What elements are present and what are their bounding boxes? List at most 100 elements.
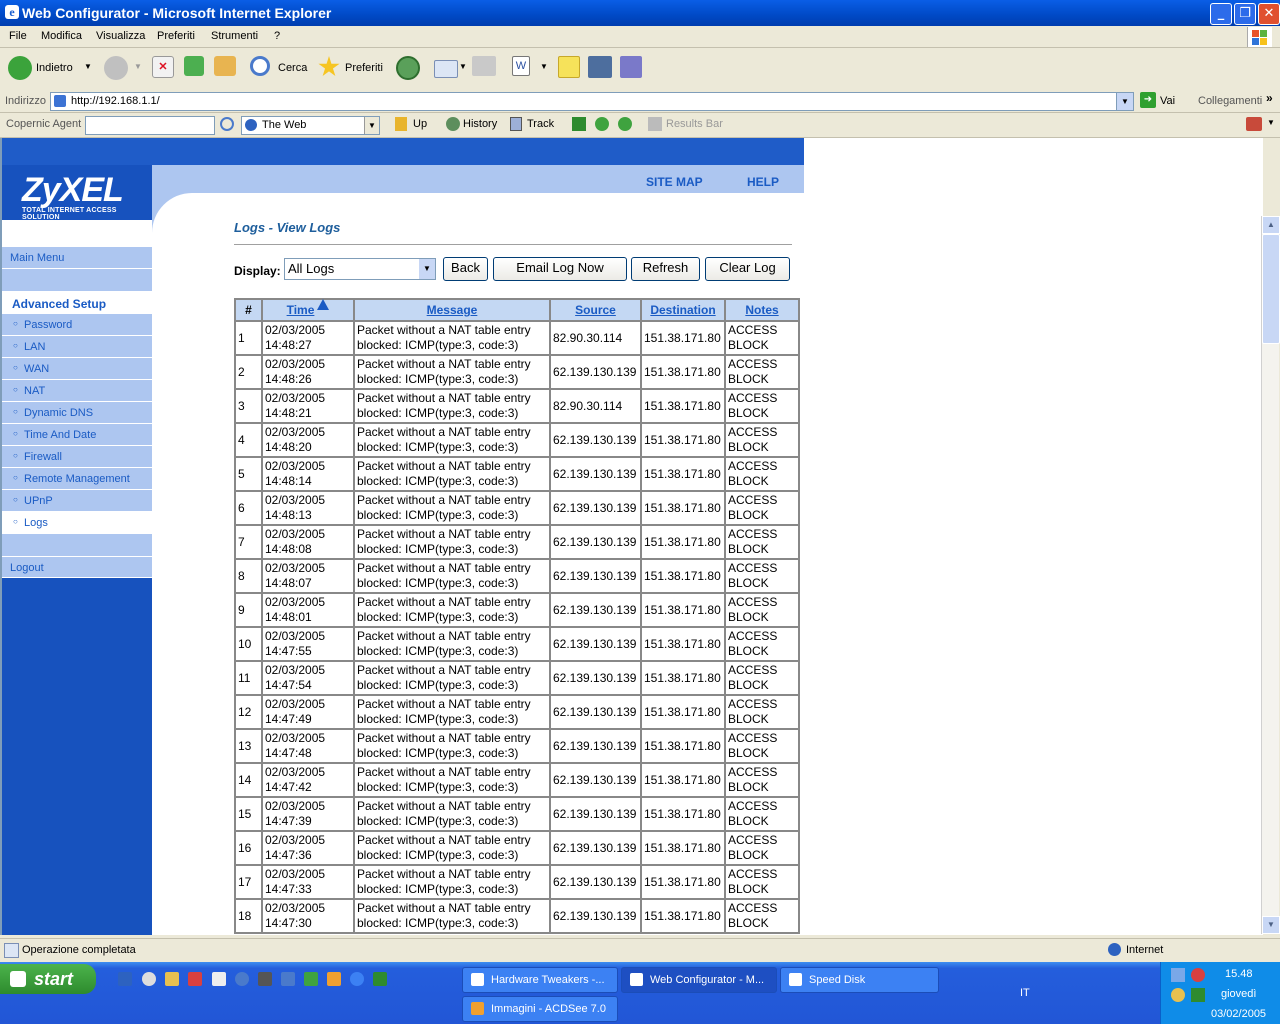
clear-log-button[interactable]: Clear Log bbox=[705, 257, 790, 281]
col-notes[interactable]: Notes bbox=[725, 299, 799, 321]
sidebar-item-remote-management[interactable]: ○ Remote Management bbox=[2, 468, 152, 490]
messenger-icon[interactable] bbox=[588, 56, 612, 78]
sidebar-item-label[interactable]: Remote Management bbox=[24, 473, 130, 485]
scroll-thumb[interactable] bbox=[1262, 234, 1280, 344]
task-label[interactable]: Hardware Tweakers -... bbox=[491, 974, 605, 986]
task-label[interactable]: Immagini - ACDSee 7.0 bbox=[491, 1003, 606, 1015]
back-label[interactable]: Indietro bbox=[36, 62, 73, 74]
acdsee-icon[interactable] bbox=[327, 972, 341, 986]
sidebar-item-wan[interactable]: ○ WAN bbox=[2, 358, 152, 380]
previous-icon[interactable] bbox=[595, 117, 609, 131]
search-icon[interactable] bbox=[250, 56, 270, 76]
app-icon[interactable] bbox=[188, 972, 202, 986]
links-label[interactable]: Collegamenti bbox=[1198, 95, 1262, 107]
display-select[interactable]: All Logs ▼ bbox=[284, 258, 436, 280]
back-dropdown-icon[interactable]: ▼ bbox=[84, 62, 92, 71]
sidebar-item-logs[interactable]: ○ Logs bbox=[2, 512, 152, 534]
go-button[interactable]: Vai bbox=[1160, 95, 1175, 107]
note-icon[interactable] bbox=[558, 56, 580, 78]
sidebar-item-label[interactable]: Password bbox=[24, 319, 72, 331]
main-menu-label[interactable]: Main Menu bbox=[10, 252, 64, 264]
logout-label[interactable]: Logout bbox=[10, 562, 44, 574]
sidebar-item-label[interactable]: Time And Date bbox=[24, 429, 96, 441]
notes-icon[interactable] bbox=[212, 972, 226, 986]
col-destination[interactable]: Destination bbox=[641, 299, 725, 321]
sidebar-item-main-menu[interactable]: Main Menu bbox=[2, 247, 152, 269]
menu-modifica[interactable]: Modifica bbox=[41, 30, 82, 42]
menu-visualizza[interactable]: Visualizza bbox=[96, 30, 145, 42]
start-label[interactable]: start bbox=[34, 969, 73, 990]
up-folder-icon[interactable] bbox=[395, 117, 407, 131]
clock-time[interactable]: 15.48 bbox=[1225, 968, 1253, 980]
col-source[interactable]: Source bbox=[550, 299, 641, 321]
copernic-options-dropdown-icon[interactable]: ▼ bbox=[1267, 118, 1275, 127]
menu-preferiti[interactable]: Preferiti bbox=[157, 30, 195, 42]
track-button[interactable]: Track bbox=[527, 118, 554, 130]
maximize-button[interactable]: ❐ bbox=[1234, 3, 1256, 25]
copernic-options-icon[interactable] bbox=[1246, 117, 1262, 131]
sidebar-item-time-and-date[interactable]: ○ Time And Date bbox=[2, 424, 152, 446]
app-tray-icon[interactable] bbox=[1191, 968, 1205, 982]
track-icon[interactable] bbox=[510, 117, 522, 131]
word-edit-icon[interactable]: W bbox=[512, 56, 530, 76]
history-icon[interactable] bbox=[396, 56, 420, 80]
back-button[interactable]: Back bbox=[443, 257, 488, 281]
ie-icon[interactable] bbox=[350, 972, 364, 986]
start-button[interactable]: start bbox=[0, 964, 96, 994]
menu-strumenti[interactable]: Strumenti bbox=[211, 30, 258, 42]
task-label[interactable]: Web Configurator - M... bbox=[650, 974, 764, 986]
excel-icon[interactable] bbox=[373, 972, 387, 986]
sidebar-item-logout[interactable]: Logout bbox=[2, 557, 152, 578]
calculator-icon[interactable] bbox=[258, 972, 272, 986]
language-indicator[interactable]: IT bbox=[1020, 987, 1030, 999]
forward-arrow-icon[interactable] bbox=[104, 56, 128, 80]
print-icon[interactable] bbox=[472, 56, 496, 76]
address-input[interactable]: http://192.168.1.1/ ▼ bbox=[50, 92, 1134, 111]
network-tray-icon[interactable] bbox=[1171, 968, 1185, 982]
sidebar-item-nat[interactable]: ○ NAT bbox=[2, 380, 152, 402]
sidebar-item-label[interactable]: UPnP bbox=[24, 495, 53, 507]
research-icon[interactable] bbox=[620, 56, 642, 78]
sidebar-item-label[interactable]: Firewall bbox=[24, 451, 62, 463]
results-bar-button[interactable]: Results Bar bbox=[666, 118, 723, 130]
edit-dropdown-icon[interactable]: ▼ bbox=[540, 62, 548, 71]
ie-quicklaunch-icon[interactable] bbox=[118, 972, 132, 986]
history-clock-icon[interactable] bbox=[446, 117, 460, 131]
menu-help[interactable]: ? bbox=[274, 30, 280, 42]
task-web-configurator[interactable]: Web Configurator - M... bbox=[621, 967, 777, 993]
menu-file[interactable]: File bbox=[9, 30, 27, 42]
site-map-link[interactable]: SITE MAP bbox=[646, 175, 703, 189]
minimize-button[interactable]: _ bbox=[1210, 3, 1232, 25]
status-tray-icon[interactable] bbox=[1191, 988, 1205, 1002]
refresh-button[interactable]: Refresh bbox=[631, 257, 700, 281]
task-acdsee[interactable]: Immagini - ACDSee 7.0 bbox=[462, 996, 618, 1022]
col-time-label[interactable]: Time bbox=[287, 303, 315, 317]
back-arrow-icon[interactable] bbox=[8, 56, 32, 80]
stop-icon[interactable]: ✕ bbox=[152, 56, 174, 78]
col-time[interactable]: Time bbox=[262, 299, 354, 321]
sidebar-item-label[interactable]: LAN bbox=[24, 341, 45, 353]
sort-up-icon[interactable] bbox=[317, 299, 330, 310]
scroll-up-icon[interactable]: ▲ bbox=[1262, 216, 1280, 234]
forward-dropdown-icon[interactable]: ▼ bbox=[134, 62, 142, 71]
scroll-down-icon[interactable]: ▼ bbox=[1262, 916, 1280, 934]
window-icon[interactable] bbox=[281, 972, 295, 986]
links-chevron-icon[interactable]: » bbox=[1266, 91, 1273, 105]
search-label[interactable]: Cerca bbox=[278, 62, 307, 74]
email-log-now-button[interactable]: Email Log Now bbox=[493, 257, 627, 281]
up-button[interactable]: Up bbox=[413, 118, 427, 130]
network-icon[interactable] bbox=[235, 972, 249, 986]
task-speed-disk[interactable]: Speed Disk bbox=[780, 967, 939, 993]
mail-dropdown-icon[interactable]: ▼ bbox=[459, 62, 467, 71]
scope-dropdown-icon[interactable]: ▼ bbox=[364, 117, 379, 134]
sidebar-item-upnp[interactable]: ○ UPnP bbox=[2, 490, 152, 512]
copernic-search-icon[interactable] bbox=[220, 117, 234, 131]
chevron-down-icon[interactable]: ▼ bbox=[419, 259, 435, 279]
sidebar-item-password[interactable]: ○ Password bbox=[2, 314, 152, 336]
address-url[interactable]: http://192.168.1.1/ bbox=[71, 95, 160, 107]
home-icon[interactable] bbox=[214, 56, 236, 76]
mail-icon[interactable] bbox=[434, 60, 458, 78]
task-hardware-tweakers[interactable]: Hardware Tweakers -... bbox=[462, 967, 618, 993]
sidebar-item-label[interactable]: NAT bbox=[24, 385, 45, 397]
favorites-star-icon[interactable] bbox=[318, 56, 340, 77]
